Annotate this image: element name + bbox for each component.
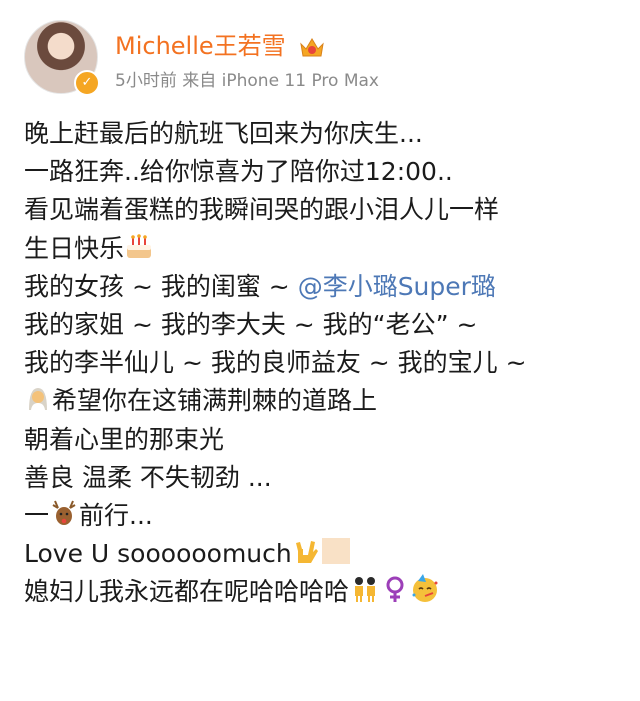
post-line-5: 我的女孩 ~ 我的闺蜜 ~ @李小璐Super璐 bbox=[24, 268, 624, 306]
post-line-12-text: Love U soooooomuch bbox=[24, 539, 292, 569]
post-line-8-text: 希望你在这铺满荆棘的道路上 bbox=[52, 386, 378, 416]
post-line-9: 朝着心里的那束光 bbox=[24, 424, 225, 454]
device-source[interactable]: iPhone 11 Pro Max bbox=[222, 71, 379, 91]
post-line-2: 一路狂奔..给你惊喜为了陪你过12:00.. bbox=[24, 157, 453, 187]
avatar-container[interactable]: ✓ bbox=[24, 20, 100, 96]
partying-face-icon bbox=[412, 574, 438, 603]
post-line-7: 我的李半仙儿 ~ 我的良师益友 ~ 我的宝儿 ~ bbox=[24, 348, 527, 378]
post-line-13: 媳妇儿我永远都在呢哈哈哈哈 bbox=[24, 573, 624, 611]
post-line-10: 善良 温柔 不失韧劲 ... bbox=[24, 462, 272, 492]
post-line-8: 希望你在这铺满荆棘的道路上 bbox=[24, 382, 624, 420]
post-meta: 5小时前 来自 iPhone 11 Pro Max bbox=[115, 66, 379, 91]
vip-crown-icon bbox=[300, 38, 325, 57]
post-content: 晚上赶最后的航班飞回来为你庆生... 一路狂奔..给你惊喜为了陪你过12:00.… bbox=[24, 115, 624, 611]
female-sign-icon bbox=[386, 576, 404, 603]
post-line-3: 看见端着蛋糕的我瞬间哭的跟小泪人儿一样 bbox=[24, 195, 500, 225]
post-header: ✓ Michelle王若雪 5小时前 来自 iPhone 11 Pro Max bbox=[24, 20, 624, 100]
post-line-4-text: 生日快乐 bbox=[24, 233, 125, 263]
post-line-1: 晚上赶最后的航班飞回来为你庆生... bbox=[24, 119, 423, 148]
source-prefix: 来自 bbox=[182, 71, 217, 91]
love-you-gesture-icon bbox=[295, 541, 318, 564]
post-line-11: 一前行... bbox=[24, 497, 624, 535]
post-time: 5小时前 bbox=[115, 71, 177, 91]
post-line-12: Love U soooooomuch bbox=[24, 535, 624, 573]
username-text[interactable]: Michelle王若雪 bbox=[115, 32, 286, 60]
deer-icon bbox=[52, 500, 76, 525]
birthday-cake-icon bbox=[127, 233, 152, 258]
username[interactable]: Michelle王若雪 bbox=[115, 26, 325, 61]
skin-tone-swatch-icon bbox=[321, 538, 350, 565]
post-line-5-text: 我的女孩 ~ 我的闺蜜 ~ bbox=[24, 271, 298, 301]
weibo-post: ✓ Michelle王若雪 5小时前 来自 iPhone 11 Pro Max … bbox=[0, 0, 640, 701]
person-with-veil-icon bbox=[29, 388, 47, 411]
post-line-11-text-a: 一 bbox=[24, 500, 50, 530]
post-line-11-text-b: 前行... bbox=[79, 500, 153, 530]
post-line-13-text: 媳妇儿我永远都在呢哈哈哈哈 bbox=[24, 577, 350, 607]
post-line-6: 我的家姐 ~ 我的李大夫 ~ 我的“老公” ~ bbox=[24, 309, 478, 339]
post-line-4: 生日快乐 bbox=[24, 230, 624, 268]
verified-badge-icon: ✓ bbox=[74, 70, 100, 96]
women-holding-hands-icon bbox=[355, 577, 376, 603]
mention-link[interactable]: @李小璐Super璐 bbox=[298, 272, 496, 301]
